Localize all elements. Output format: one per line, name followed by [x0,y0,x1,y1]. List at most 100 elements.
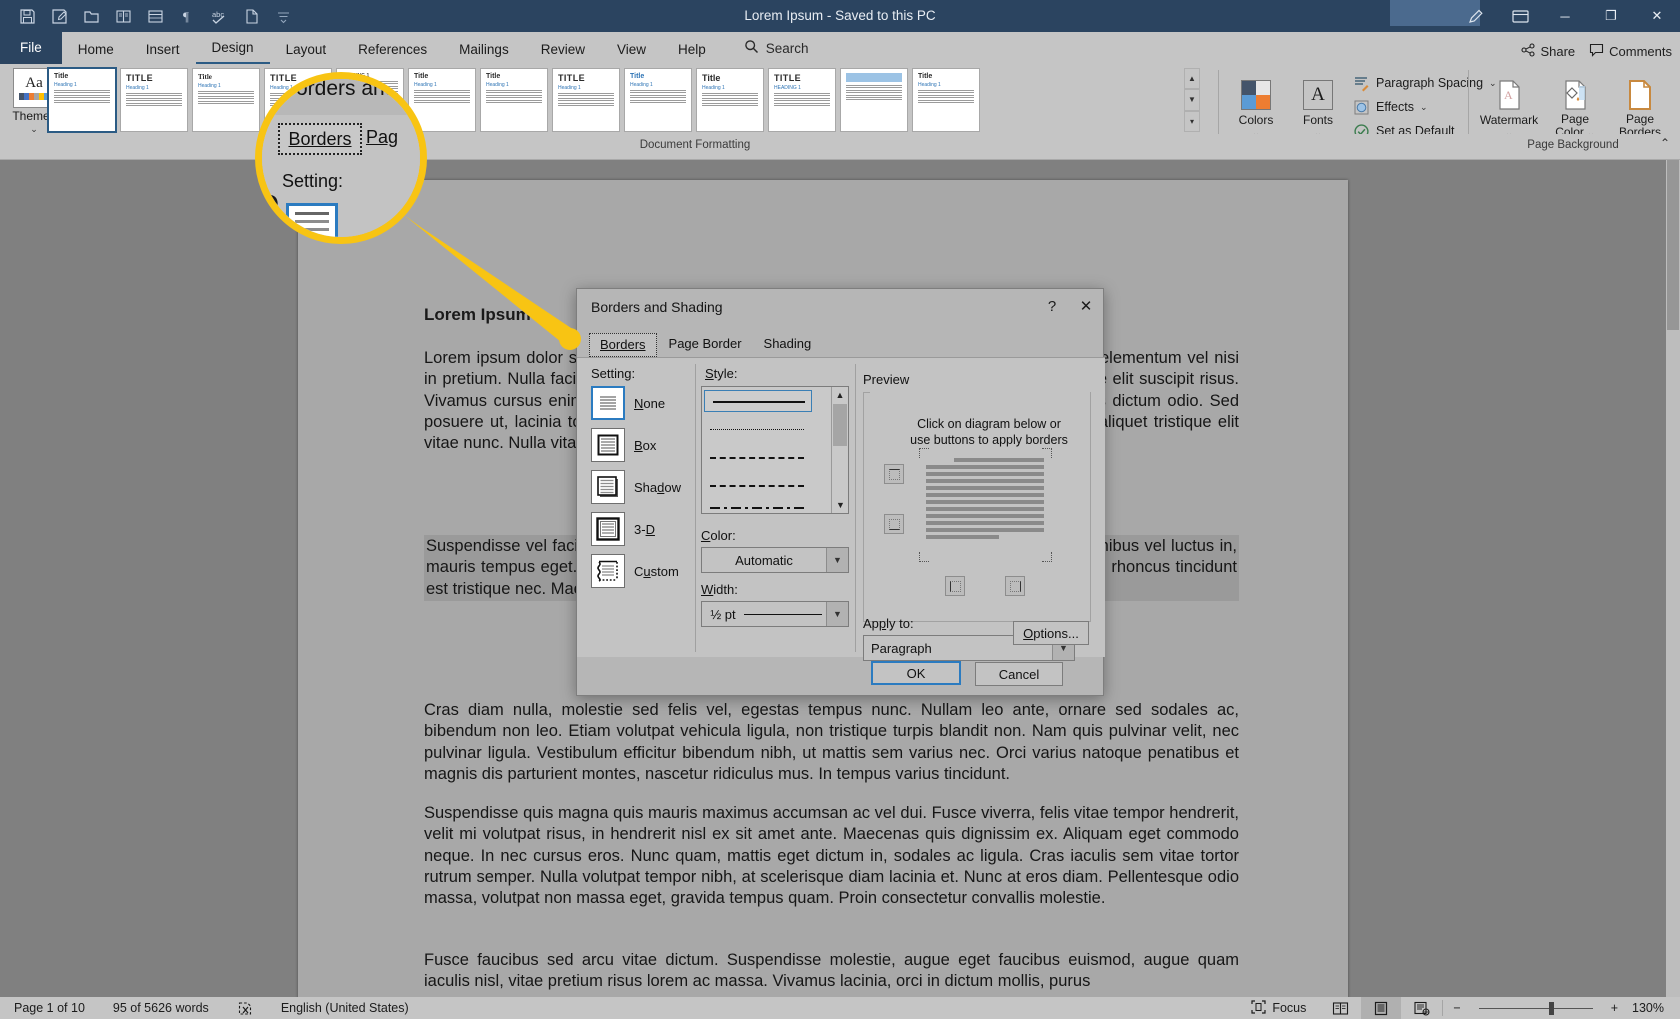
ribbon-display-options-icon[interactable] [1498,0,1542,32]
preview-left-border-button[interactable] [945,576,965,596]
autosave-icon[interactable] [44,3,74,29]
tab-mailings[interactable]: Mailings [443,37,525,64]
gallery-more-icon[interactable]: ▾ [1184,110,1200,132]
customize-qat-chevron-down-icon[interactable] [268,3,298,29]
search-box[interactable]: Search [722,35,819,64]
tab-file[interactable]: File [0,32,62,64]
dialog-tab-shading[interactable]: Shading [754,333,822,357]
view-print-layout-button[interactable] [1361,997,1402,1019]
gallery-item[interactable]: Title Heading 1 [480,68,548,132]
effects-button[interactable]: Effects ⌄ [1352,98,1428,116]
tab-layout[interactable]: Layout [270,37,343,64]
gallery-scrollbar[interactable]: ▲ ▼ ▾ [1184,68,1200,132]
gallery-item[interactable] [840,68,908,132]
gallery-item[interactable]: Title Heading 1 [624,68,692,132]
setting-option-3d[interactable]: 3-D [591,512,701,546]
style-list-scrollbar[interactable]: ▲ ▼ [831,387,848,513]
minimize-button[interactable]: ─ [1542,0,1588,32]
dialog-tab-borders[interactable]: Borders [589,333,657,357]
focus-button[interactable]: Focus [1237,999,1320,1017]
paragraph-spacing-icon [1352,74,1370,92]
setting-option-none[interactable]: None [591,386,701,420]
color-combobox[interactable]: Automatic ▼ [701,547,849,573]
gallery-scroll-up-icon[interactable]: ▲ [1184,68,1200,90]
comments-button[interactable]: Comments [1589,43,1672,60]
tab-home[interactable]: Home [62,37,130,64]
tab-design[interactable]: Design [195,35,270,64]
tab-insert[interactable]: Insert [130,37,196,64]
style-item-dotted[interactable] [710,429,804,430]
style-item-dash-dot[interactable] [710,507,804,509]
ink-pen-icon[interactable] [1454,0,1498,32]
preview-top-border-button[interactable] [884,464,904,484]
style-item-dashed[interactable] [710,485,804,487]
new-document-icon[interactable] [236,3,266,29]
width-chevron-down-icon[interactable]: ▼ [826,602,848,626]
view-read-mode-button[interactable] [1320,1001,1361,1016]
gallery-scroll-down-icon[interactable]: ▼ [1184,89,1200,111]
style-list[interactable]: ▲ ▼ [701,386,849,514]
cancel-button[interactable]: Cancel [975,662,1063,686]
width-combobox[interactable]: ½ pt ▼ [701,601,849,627]
dialog-close-button[interactable]: ✕ [1069,289,1103,323]
share-button[interactable]: Share [1521,43,1575,60]
save-icon[interactable] [12,3,42,29]
status-word-count[interactable]: 95 of 5626 words [99,1001,223,1015]
tab-help[interactable]: Help [662,37,722,64]
preview-diagram[interactable] [926,458,1044,554]
gallery-item[interactable]: TITLE Heading 1 [552,68,620,132]
style-item-small-dashed[interactable] [710,457,804,459]
collapse-ribbon-icon[interactable]: ⌃ [1660,136,1670,150]
zoom-slider[interactable] [1471,997,1601,1019]
close-button[interactable]: ✕ [1634,0,1680,32]
magnified-page-border-tab[interactable]: Pag [366,127,398,148]
view-web-layout-button[interactable] [1401,1001,1442,1016]
theme-fonts-button[interactable]: A Fonts ⌄ [1288,78,1348,139]
color-chevron-down-icon[interactable]: ▼ [826,548,848,572]
style-item-solid[interactable] [704,390,812,412]
spelling-check-icon[interactable]: abc [204,3,234,29]
page-color-button[interactable]: Page Color ⌄ [1544,78,1606,140]
tab-review[interactable]: Review [525,37,601,64]
zoom-out-button[interactable]: − [1443,1001,1470,1015]
status-language[interactable]: English (United States) [267,1001,423,1015]
style-scrollbar-thumb[interactable] [833,404,847,446]
document-vertical-scrollbar[interactable] [1666,160,1680,997]
status-page-number[interactable]: Page 1 of 10 [0,1001,99,1015]
watermark-button[interactable]: A Watermark ⌄ [1476,78,1542,139]
preview-bottom-border-button[interactable] [884,514,904,534]
preview-right-border-button[interactable] [1005,576,1025,596]
tab-view[interactable]: View [601,37,662,64]
gallery-item[interactable]: TITLE HEADING 1 [768,68,836,132]
open-folder-icon[interactable] [76,3,106,29]
style-scroll-down-icon[interactable]: ▼ [832,497,848,513]
paragraph-spacing-button[interactable]: Paragraph Spacing ⌄ [1352,74,1497,92]
gallery-item[interactable]: Title Heading 1 [912,68,980,132]
read-mode-icon[interactable] [108,3,138,29]
style-scroll-up-icon[interactable]: ▲ [832,387,848,403]
restore-button[interactable]: ❐ [1588,0,1634,32]
gallery-item[interactable]: Title Heading 1 [192,68,260,132]
zoom-slider-thumb[interactable] [1548,1001,1554,1015]
zoom-level-label[interactable]: 130% [1628,1001,1680,1015]
page-borders-button[interactable]: Page Borders [1608,78,1672,139]
scrollbar-thumb[interactable] [1667,160,1679,330]
magnified-borders-tab[interactable]: Borders [278,123,362,155]
zoom-in-button[interactable]: + [1601,1001,1628,1015]
paragraph-marks-icon[interactable]: ¶ [172,3,202,29]
dialog-tab-page-border[interactable]: Page Border [659,333,752,357]
ok-button[interactable]: OK [871,661,961,685]
gallery-item[interactable]: Title Heading 1 [696,68,764,132]
setting-option-shadow[interactable]: Shadow [591,470,701,504]
setting-option-box[interactable]: Box [591,428,701,462]
proofing-errors-icon[interactable] [223,1001,267,1016]
effects-chevron-down-icon[interactable]: ⌄ [1420,102,1428,113]
options-button[interactable]: Options... [1013,621,1089,645]
print-layout-icon[interactable] [140,3,170,29]
gallery-item[interactable]: Title Heading 1 [47,67,117,133]
gallery-item[interactable]: TITLE Heading 1 [120,68,188,132]
setting-option-custom[interactable]: Custom [591,554,701,588]
tab-references[interactable]: References [342,37,443,64]
dialog-help-button[interactable]: ? [1035,289,1069,323]
theme-colors-button[interactable]: Colors ⌄ [1226,78,1286,139]
